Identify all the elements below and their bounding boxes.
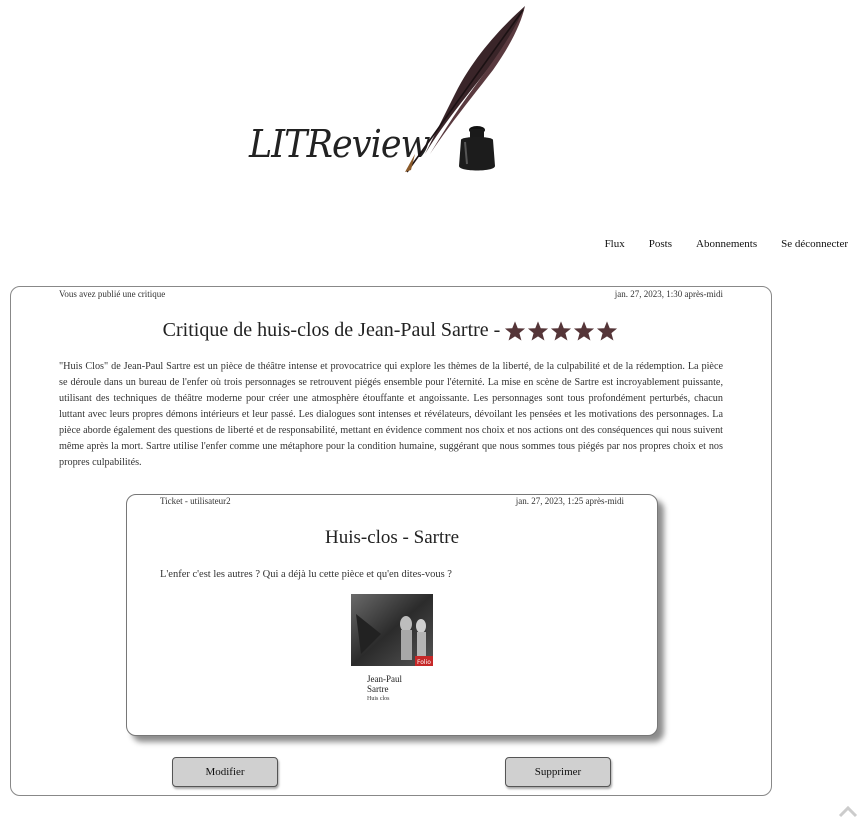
star-icon	[574, 320, 595, 340]
star-rating	[504, 320, 619, 342]
star-icon	[597, 320, 618, 340]
delete-button[interactable]: Supprimer	[505, 757, 611, 787]
cover-title: Huis clos	[367, 696, 390, 702]
review-title-row: Critique de huis-clos de Jean-Paul Sartr…	[11, 319, 771, 342]
review-body: "Huis Clos" de Jean-Paul Sartre est un p…	[59, 361, 723, 468]
edit-button[interactable]: Modifier	[172, 757, 278, 787]
cover-author-last: Sartre	[367, 684, 389, 694]
star-icon	[551, 320, 572, 340]
ticket-description: L'enfer c'est les autres ? Qui a déjà lu…	[160, 569, 452, 580]
cover-author: Jean-Paul Sartre	[367, 674, 402, 694]
cover-publisher: Folio	[417, 659, 431, 666]
review-header-label: Vous avez publié une critique	[59, 289, 166, 299]
cover-author-first: Jean-Paul	[367, 674, 402, 684]
nav-subscriptions-link[interactable]: Abonnements	[696, 238, 757, 250]
scroll-up-icon[interactable]	[838, 804, 858, 818]
inkwell-icon	[459, 126, 495, 171]
nav-posts-link[interactable]: Posts	[649, 238, 672, 250]
main-nav: Flux Posts Abonnements Se déconnecter	[581, 238, 848, 250]
star-icon	[528, 320, 549, 340]
nav-logout-link[interactable]: Se déconnecter	[781, 238, 848, 250]
star-icon	[505, 320, 526, 340]
cover-photo: Folio	[351, 594, 433, 666]
review-card: Vous avez publié une critique jan. 27, 2…	[10, 286, 772, 796]
review-timestamp: jan. 27, 2023, 1:30 après-midi	[614, 289, 723, 299]
ticket-card: Ticket - utilisateur2 jan. 27, 2023, 1:2…	[126, 494, 658, 736]
book-cover-image: Folio Jean-Paul Sartre Huis clos	[351, 594, 433, 712]
ticket-timestamp: jan. 27, 2023, 1:25 après-midi	[515, 496, 624, 506]
ticket-title: Huis-clos - Sartre	[324, 527, 460, 548]
nav-flux-link[interactable]: Flux	[605, 238, 625, 250]
review-title: Critique de huis-clos de Jean-Paul Sartr…	[162, 319, 501, 341]
site-logo: LITReview	[245, 4, 530, 179]
ticket-author: Ticket - utilisateur2	[160, 496, 231, 506]
